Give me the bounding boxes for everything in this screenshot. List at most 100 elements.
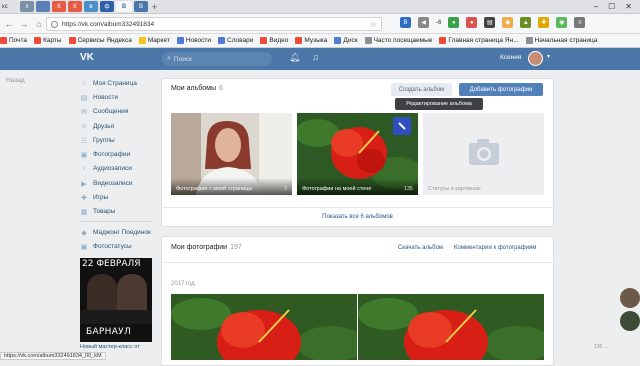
groups-icon: ☷ (80, 137, 88, 145)
games-icon: ✚ (81, 195, 87, 203)
album-title: Фотографии на моей стене (302, 186, 372, 192)
sidebar-item[interactable]: ☺ Друзья (80, 119, 160, 133)
sidebar-item[interactable]: ▦ Товары (80, 205, 160, 219)
vk-header: VK ⌕ Поиск 🔔︎ ♫ Ксения ▾ (0, 48, 640, 70)
sidebar-item[interactable]: ⌂ Моя Страница (80, 76, 160, 90)
extension-icon[interactable]: ▤ (484, 17, 496, 28)
sidebar-item[interactable]: ▣ Фотостатусы (80, 239, 160, 253)
browser-tab[interactable]: ф (100, 1, 114, 12)
album-caption: Фотографии на моей стене 135 (297, 178, 418, 195)
sidebar-item[interactable]: ☷ Группы (80, 133, 160, 147)
url-input[interactable]: https://vk.com/album332491834 ☆ (46, 17, 382, 31)
extension-icon[interactable]: ✚ (538, 17, 550, 28)
browser-tab[interactable]: К (68, 1, 82, 12)
sidebar-item-label: Аудиозаписи (93, 165, 132, 173)
photo-comments-link[interactable]: Комментарии к фотографиям (454, 245, 536, 251)
divider (161, 262, 554, 263)
sound-icon[interactable]: ◀ (418, 17, 429, 28)
ad-caption[interactable]: Новый мастер-класс от (80, 344, 160, 350)
browser-tab-active[interactable]: В (116, 1, 132, 12)
back-arrow-icon[interactable]: ← (3, 19, 15, 29)
create-album-button[interactable]: Создать альбом (391, 83, 452, 96)
bookmark-favicon-icon (334, 37, 342, 44)
bookmark-item[interactable]: Маркет (138, 37, 170, 44)
bookmark-label: Видео (269, 37, 289, 44)
extension-icon[interactable]: ▲ (520, 17, 532, 28)
browser-tab[interactable] (36, 1, 50, 12)
camera-icon (423, 113, 544, 195)
ad-banner[interactable]: 22 ФЕВРАЛЯ БАРНАУЛ (80, 258, 152, 342)
chevron-down-icon[interactable]: ▾ (547, 53, 550, 60)
avatar[interactable] (620, 288, 640, 308)
back-link[interactable]: Назад (6, 77, 25, 84)
right-strip (612, 288, 640, 334)
photo-thumbnail[interactable] (358, 294, 544, 360)
sidebar-item-label: Фотостатусы (93, 242, 132, 250)
ad-city: БАРНАУЛ (86, 327, 132, 337)
photo-image (171, 294, 357, 360)
home-button-icon[interactable]: ⌂ (33, 19, 45, 29)
add-photos-button[interactable]: Добавить фотографии (459, 83, 543, 96)
bookmark-item[interactable]: Начальная страница (525, 37, 597, 44)
bookmark-favicon-icon (68, 37, 76, 44)
browser-tab[interactable]: К (52, 1, 66, 12)
photos-icon: ▣ (80, 152, 88, 160)
ad-date: 22 ФЕВРАЛЯ (82, 259, 141, 269)
site-info-icon[interactable] (51, 20, 58, 28)
sidebar-item[interactable]: ▣ Фотографии (80, 147, 160, 161)
notifications-bell-icon[interactable]: 🔔︎ (289, 52, 300, 63)
bookmark-item[interactable]: Сервисы Яндекса (68, 37, 132, 44)
year-heading: 2017 год (171, 281, 195, 287)
extension-icon[interactable]: ● (466, 17, 478, 28)
forward-arrow-icon[interactable]: → (18, 19, 30, 29)
address-toolbar: ← → ⌂ https://vk.com/album332491834 ☆ В … (0, 14, 640, 34)
bookmark-label: Часто посещаемые (373, 37, 433, 44)
sidebar-item[interactable]: ▤ Новости (80, 90, 160, 104)
sidebar-item[interactable]: ◆ Маджонг Поединок (80, 225, 160, 239)
sidebar-item[interactable]: ✉ Сообщения (80, 105, 160, 119)
search-input[interactable]: ⌕ Поиск (162, 52, 272, 66)
sidebar-nav: ⌂ Моя Страница ▤ Новости ✉ Сообщения ☺ Друзья ☷ Г… (80, 76, 160, 254)
minimize-button[interactable]: – (594, 2, 598, 11)
user-name[interactable]: Ксения (500, 54, 521, 61)
album-card[interactable]: Статусы в картинках (423, 113, 544, 195)
browser-tab[interactable]: кс (2, 1, 18, 12)
bookmark-item[interactable]: Почта (0, 37, 27, 44)
browser-tab[interactable]: В (134, 1, 148, 12)
sidebar-item[interactable]: ✚ Игры (80, 190, 160, 204)
extension-icon[interactable]: ◉ (556, 17, 568, 28)
sidebar-item[interactable]: ▶ Видеозаписи (80, 176, 160, 190)
avatar[interactable] (620, 311, 640, 331)
browser-tab[interactable]: в (84, 1, 98, 12)
browser-tab[interactable]: x (20, 1, 34, 12)
extension-icon[interactable]: В (400, 17, 411, 28)
album-card[interactable]: Фотографии с моей страницы 3 (171, 113, 292, 195)
new-tab-button[interactable]: + (152, 2, 157, 12)
bookmark-item[interactable]: Главная страница Ян... (439, 37, 519, 44)
edit-album-pencil-icon[interactable] (398, 117, 414, 133)
status-bar-url: https://vk.com/album332491834_00_kM (0, 352, 106, 360)
bookmark-item[interactable]: Новости (176, 37, 211, 44)
bookmark-item[interactable]: Часто посещаемые (364, 37, 433, 44)
vk-logo[interactable]: VK (80, 52, 96, 65)
sidebar-item-label: Фотографии (93, 151, 131, 159)
bookmark-item[interactable]: Музыка (295, 37, 327, 44)
download-album-link[interactable]: Скачать альбом (398, 245, 443, 251)
sidebar-item[interactable]: ♪ Аудиозаписи (80, 162, 160, 176)
bookmark-star-icon[interactable]: ☆ (370, 20, 377, 29)
bookmark-item[interactable]: Словари (218, 37, 253, 44)
bookmark-item[interactable]: Карты (34, 37, 62, 44)
maximize-button[interactable]: ☐ (608, 2, 615, 11)
bookmark-item[interactable]: Диск (334, 37, 358, 44)
bookmark-item[interactable]: Видео (260, 37, 288, 44)
avatar[interactable] (528, 51, 543, 66)
show-all-albums-link[interactable]: Показать все 6 альбомов (161, 207, 554, 225)
close-window-button[interactable]: ✕ (625, 2, 632, 11)
album-count: 3 (283, 186, 287, 192)
extension-icon[interactable]: ◆ (502, 17, 514, 28)
photo-thumbnail[interactable] (171, 294, 357, 360)
bookmark-favicon-icon (525, 37, 533, 44)
music-note-icon[interactable]: ♫ (312, 52, 319, 62)
menu-icon[interactable]: ≡ (574, 17, 586, 28)
extension-icon[interactable]: ● (448, 17, 460, 28)
